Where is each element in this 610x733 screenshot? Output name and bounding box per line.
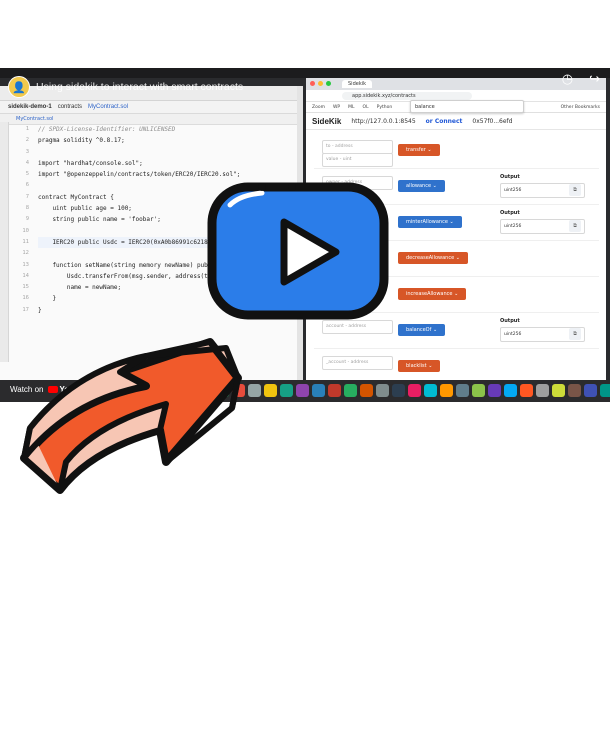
play-icon[interactable]: [207, 182, 389, 320]
curved-arrow-icon: [20, 338, 242, 494]
overlay-graphics: [20, 182, 389, 494]
